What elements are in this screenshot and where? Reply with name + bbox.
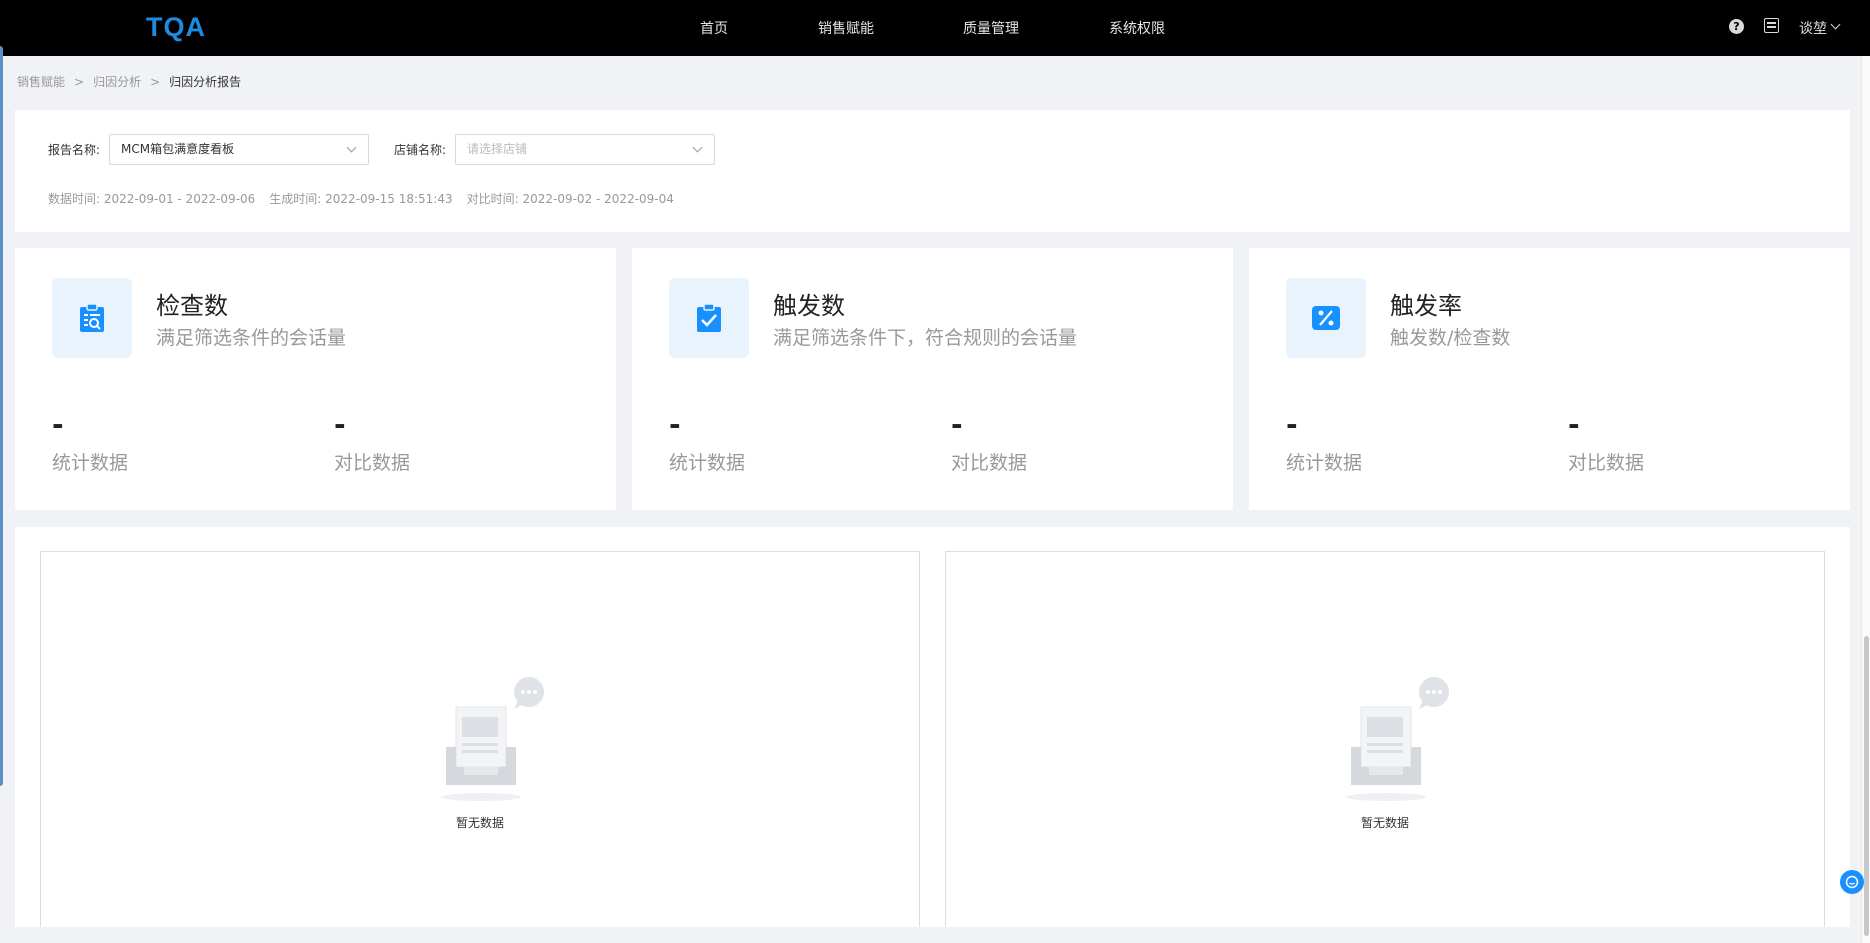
generated-time: 生成时间: 2022-09-15 18:51:43 — [269, 192, 453, 206]
stat-card-trigger-count: 触发数 满足筛选条件下，符合规则的会话量 - - 统计数据 对比数据 — [632, 248, 1233, 510]
stat-label: 统计数据 — [1286, 452, 1363, 474]
nav-item-quality-management[interactable]: 质量管理 — [963, 18, 1019, 38]
scrollbar[interactable] — [1861, 56, 1870, 943]
compare-label: 对比数据 — [334, 452, 411, 474]
data-time: 数据时间: 2022-09-01 - 2022-09-06 — [48, 192, 256, 206]
compare-time: 对比时间: 2022-09-02 - 2022-09-04 — [466, 192, 674, 206]
stat-value: - — [52, 408, 64, 441]
empty-data-text: 暂无数据 — [1360, 816, 1409, 830]
empty-data-icon — [441, 677, 544, 801]
percent-icon — [1286, 278, 1366, 358]
card-title: 触发率 — [1390, 292, 1462, 320]
stat-label: 统计数据 — [52, 452, 129, 474]
nav-item-home[interactable]: 首页 — [700, 18, 728, 38]
top-navbar: TQA 首页 销售赋能 质量管理 系统权限 ? 谈堃 — [0, 0, 1870, 56]
help-icon[interactable]: ? — [1729, 19, 1744, 34]
document-icon[interactable] — [1764, 18, 1779, 33]
user-name[interactable]: 谈堃 — [1799, 18, 1827, 38]
empty-data-text: 暂无数据 — [455, 816, 504, 830]
compare-label: 对比数据 — [1568, 452, 1645, 474]
compare-value: - — [1568, 408, 1580, 441]
stat-value: - — [669, 408, 681, 441]
compare-value: - — [334, 408, 346, 441]
breadcrumb: 销售赋能 > 归因分析 > 归因分析报告 — [17, 73, 241, 90]
empty-data-icon — [1346, 677, 1449, 801]
clipboard-search-icon — [52, 278, 132, 358]
card-subtitle: 满足筛选条件的会话量 — [156, 327, 347, 349]
chevron-down-icon — [692, 142, 703, 153]
store-name-select[interactable]: 请选择店铺 — [455, 134, 715, 165]
chart-container-right: 暂无数据 — [945, 551, 1825, 927]
breadcrumb-separator: > — [150, 75, 161, 89]
scrollbar-thumb[interactable] — [1864, 636, 1869, 936]
card-title: 触发数 — [773, 292, 845, 320]
store-name-label: 店铺名称: — [394, 143, 447, 157]
left-edge-strip — [0, 46, 3, 786]
compare-value: - — [951, 408, 963, 441]
compare-label: 对比数据 — [951, 452, 1028, 474]
stat-card-check-count: 检查数 满足筛选条件的会话量 - - 统计数据 对比数据 — [15, 248, 616, 510]
report-name-value: MCM箱包满意度看板 — [121, 142, 235, 156]
nav-item-system-permissions[interactable]: 系统权限 — [1109, 18, 1165, 38]
breadcrumb-item-sales-enablement[interactable]: 销售赋能 — [17, 73, 65, 90]
chat-support-button[interactable] — [1840, 870, 1864, 894]
chevron-down-icon[interactable] — [1830, 19, 1841, 30]
chevron-down-icon — [346, 142, 357, 153]
report-meta-info: 数据时间: 2022-09-01 - 2022-09-06 生成时间: 2022-… — [48, 190, 688, 207]
stat-label: 统计数据 — [669, 452, 746, 474]
app-logo[interactable]: TQA — [146, 12, 206, 43]
filter-panel: 报告名称: MCM箱包满意度看板 店铺名称: 请选择店铺 数据时间: 2022-… — [15, 110, 1850, 232]
chart-container-left: 暂无数据 — [40, 551, 920, 927]
breadcrumb-item-current: 归因分析报告 — [169, 75, 242, 89]
card-subtitle: 满足筛选条件下，符合规则的会话量 — [773, 327, 1078, 349]
breadcrumb-item-attribution-analysis[interactable]: 归因分析 — [93, 73, 141, 90]
nav-item-sales-enablement[interactable]: 销售赋能 — [818, 18, 874, 38]
card-title: 检查数 — [156, 292, 228, 320]
breadcrumb-separator: > — [74, 75, 85, 89]
report-name-label: 报告名称: — [48, 143, 101, 157]
store-name-placeholder: 请选择店铺 — [467, 142, 528, 156]
charts-panel: 暂无数据 暂无数据 — [15, 527, 1850, 927]
clipboard-check-icon — [669, 278, 749, 358]
report-name-select[interactable]: MCM箱包满意度看板 — [109, 134, 369, 165]
stat-card-trigger-rate: 触发率 触发数/检查数 - - 统计数据 对比数据 — [1249, 248, 1850, 510]
chat-icon — [1845, 875, 1859, 889]
stat-value: - — [1286, 408, 1298, 441]
card-subtitle: 触发数/检查数 — [1390, 327, 1511, 349]
